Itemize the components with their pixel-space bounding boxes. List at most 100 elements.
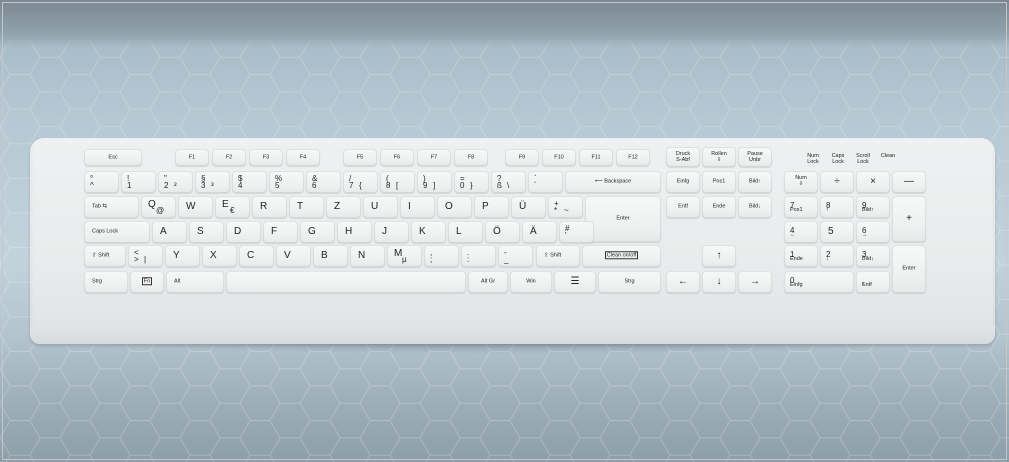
key-bild-up[interactable]: Bild↑ bbox=[738, 171, 772, 193]
key-num-enter[interactable]: Enter bbox=[892, 245, 926, 293]
key-f12[interactable]: F12 bbox=[616, 149, 650, 166]
key-backspace[interactable]: ⟵ Backspace bbox=[565, 171, 661, 193]
key-row2-ue[interactable]: Ü bbox=[511, 196, 546, 218]
key-f2[interactable]: F2 bbox=[212, 149, 246, 166]
key-row3-f[interactable]: F bbox=[263, 221, 298, 243]
key-f6[interactable]: F6 bbox=[380, 149, 414, 166]
key-row3-g[interactable]: G bbox=[300, 221, 335, 243]
key-row1-k3[interactable]: " 2 ² bbox=[158, 171, 193, 193]
key-num-minus[interactable]: — bbox=[892, 171, 926, 193]
key-row1-k7[interactable]: & 6 bbox=[306, 171, 341, 193]
key-alt[interactable]: Alt bbox=[166, 271, 224, 293]
key-row4-dot[interactable]: .: bbox=[461, 245, 496, 267]
key-num7[interactable]: 7 Pos1 bbox=[784, 196, 818, 218]
key-f3[interactable]: F3 bbox=[249, 149, 283, 166]
key-row1-k11[interactable]: = 0} bbox=[454, 171, 489, 193]
key-row1-k9[interactable]: (8[ bbox=[380, 171, 415, 193]
key-lshift[interactable]: ⇧ Shift bbox=[84, 245, 126, 267]
key-row1-k10[interactable]: ) 9] bbox=[417, 171, 452, 193]
key-num-div[interactable]: ÷ bbox=[820, 171, 854, 193]
key-lt[interactable]: < > | bbox=[128, 245, 163, 267]
key-row1-k8[interactable]: /7{ bbox=[343, 171, 378, 193]
key-entf[interactable]: Entf bbox=[666, 196, 700, 218]
key-menu[interactable]: ☰ bbox=[554, 271, 596, 293]
key-pos1[interactable]: Pos1 bbox=[702, 171, 736, 193]
key-f7[interactable]: F7 bbox=[417, 149, 451, 166]
key-row3-k[interactable]: K bbox=[411, 221, 446, 243]
key-up[interactable]: ↑ bbox=[702, 245, 736, 267]
key-num4[interactable]: 4 ← bbox=[784, 221, 818, 243]
key-ende[interactable]: Ende bbox=[702, 196, 736, 218]
key-row4-dash[interactable]: - _ bbox=[498, 245, 533, 267]
key-left[interactable]: ← bbox=[666, 271, 700, 293]
key-row3-a[interactable]: A bbox=[152, 221, 187, 243]
key-f8[interactable]: F8 bbox=[454, 149, 488, 166]
key-einfg[interactable]: Einfg bbox=[666, 171, 700, 193]
key-row2-plus[interactable]: + * ~ bbox=[548, 196, 583, 218]
key-row2-p[interactable]: P bbox=[474, 196, 509, 218]
key-row4-comma[interactable]: ,; bbox=[424, 245, 459, 267]
key-row3-hash[interactable]: # ' bbox=[559, 221, 594, 243]
key-row4-x[interactable]: X bbox=[202, 245, 237, 267]
key-strg[interactable]: Strg bbox=[84, 271, 128, 293]
key-right[interactable]: → bbox=[738, 271, 772, 293]
key-esc[interactable]: Esc bbox=[84, 149, 142, 166]
key-row1-k4[interactable]: § 3 ³ bbox=[195, 171, 230, 193]
key-num9[interactable]: 9 Bild↑ bbox=[856, 196, 890, 218]
key-f9[interactable]: F9 bbox=[505, 149, 539, 166]
key-row1-k5[interactable]: $4 bbox=[232, 171, 267, 193]
key-bild-down[interactable]: Bild↓ bbox=[738, 196, 772, 218]
key-num6[interactable]: 6 → bbox=[856, 221, 890, 243]
key-num-plus[interactable]: + bbox=[892, 196, 926, 242]
key-num1[interactable]: 1 Ende bbox=[784, 245, 818, 267]
key-row1-k2[interactable]: ! 1 bbox=[121, 171, 156, 193]
key-druck[interactable]: Druck S-Abf bbox=[666, 147, 700, 167]
key-row3-ae[interactable]: Ä bbox=[522, 221, 557, 243]
key-num-mul[interactable]: × bbox=[856, 171, 890, 193]
key-row3-s[interactable]: S bbox=[189, 221, 224, 243]
key-rshift[interactable]: ⇧ Shift bbox=[536, 245, 580, 267]
key-down[interactable]: ↓ bbox=[702, 271, 736, 293]
key-row3-d[interactable]: D bbox=[226, 221, 261, 243]
key-f11[interactable]: F11 bbox=[579, 149, 613, 166]
key-num0[interactable]: 0 Einfg bbox=[784, 271, 854, 293]
key-num2[interactable]: 2 ↓ bbox=[820, 245, 854, 267]
key-f5[interactable]: F5 bbox=[343, 149, 377, 166]
key-row4-n[interactable]: N bbox=[350, 245, 385, 267]
key-row1-k6[interactable]: % 5 bbox=[269, 171, 304, 193]
key-row4-m[interactable]: Mµ bbox=[387, 245, 422, 267]
key-row3-oe[interactable]: Ö bbox=[485, 221, 520, 243]
key-row1-k1[interactable]: ° ^ bbox=[84, 171, 119, 193]
key-row2-o[interactable]: O bbox=[437, 196, 472, 218]
key-row3-h[interactable]: H bbox=[337, 221, 372, 243]
key-row4-y[interactable]: Y bbox=[165, 245, 200, 267]
key-row2-w[interactable]: W bbox=[178, 196, 213, 218]
key-pause[interactable]: Pause Unbr bbox=[738, 147, 772, 167]
key-f1[interactable]: F1 bbox=[175, 149, 209, 166]
key-row3-j[interactable]: J bbox=[374, 221, 409, 243]
key-row4-v[interactable]: V bbox=[276, 245, 311, 267]
key-row3-l[interactable]: L bbox=[448, 221, 483, 243]
key-rollen[interactable]: Rollen ⇩ bbox=[702, 147, 736, 167]
key-num-del[interactable]: , Entf bbox=[856, 271, 890, 293]
key-num[interactable]: Num ⇩ bbox=[784, 171, 818, 193]
key-caps[interactable]: Caps Lock bbox=[84, 221, 150, 243]
key-altgr[interactable]: Alt Gr bbox=[468, 271, 508, 293]
key-row2-u[interactable]: U bbox=[363, 196, 398, 218]
key-strg-r[interactable]: Strg bbox=[598, 271, 661, 293]
key-row2-q[interactable]: Q @ bbox=[141, 196, 176, 218]
key-clean[interactable]: Clean on/off bbox=[582, 245, 661, 267]
key-row2-t[interactable]: T bbox=[289, 196, 324, 218]
key-num5[interactable]: 5 bbox=[820, 221, 854, 243]
key-f10[interactable]: F10 bbox=[542, 149, 576, 166]
key-space[interactable] bbox=[226, 271, 466, 293]
key-tab[interactable]: Tab ⇆ bbox=[84, 196, 139, 218]
key-row2-r[interactable]: R bbox=[252, 196, 287, 218]
key-row2-e[interactable]: E € bbox=[215, 196, 250, 218]
key-row1-k13[interactable]: ` ´ bbox=[528, 171, 563, 193]
key-f4[interactable]: F4 bbox=[286, 149, 320, 166]
key-row4-c[interactable]: C bbox=[239, 245, 274, 267]
key-row4-b[interactable]: B bbox=[313, 245, 348, 267]
key-num3[interactable]: 3 Bild↓ bbox=[856, 245, 890, 267]
key-fn[interactable]: Fn bbox=[130, 271, 164, 293]
